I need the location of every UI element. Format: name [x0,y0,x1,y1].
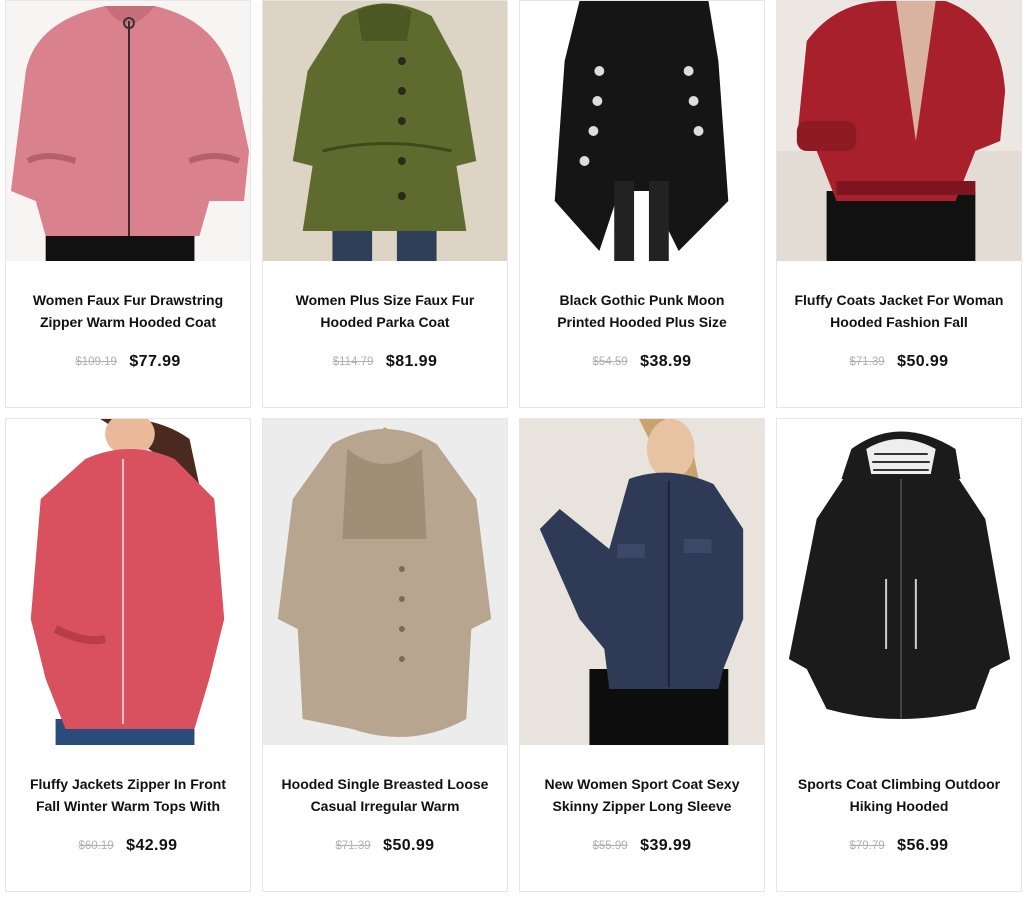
product-grid: Women Faux Fur Drawstring Zipper Warm Ho… [0,0,1024,897]
product-title[interactable]: Women Plus Size Faux Fur Hooded Parka Co… [263,289,507,333]
sale-price: $42.99 [126,837,178,854]
original-price: $54.59 [592,356,628,368]
product-image[interactable] [777,1,1021,261]
sale-price: $38.99 [640,353,692,370]
sale-price: $50.99 [383,837,435,854]
product-title[interactable]: New Women Sport Coat Sexy Skinny Zipper … [520,773,764,817]
product-card[interactable]: New Women Sport Coat Sexy Skinny Zipper … [519,418,765,892]
product-card[interactable]: Fluffy Jackets Zipper In Front Fall Wint… [5,418,251,892]
price-row: $109.19 $77.99 [6,353,250,371]
product-title[interactable]: Black Gothic Punk Moon Printed Hooded Pl… [520,289,764,333]
original-price: $55.99 [592,840,628,852]
price-row: $54.59 $38.99 [520,353,764,371]
product-card[interactable]: Women Faux Fur Drawstring Zipper Warm Ho… [5,0,251,408]
product-image[interactable] [520,419,764,745]
product-image[interactable] [263,419,507,745]
price-row: $60.19 $42.99 [6,837,250,855]
product-image[interactable] [263,1,507,261]
original-price: $71.39 [335,840,371,852]
product-card[interactable]: Women Plus Size Faux Fur Hooded Parka Co… [262,0,508,408]
product-image[interactable] [6,419,250,745]
product-title[interactable]: Hooded Single Breasted Loose Casual Irre… [263,773,507,817]
product-image[interactable] [777,419,1021,745]
sale-price: $39.99 [640,837,692,854]
original-price: $60.19 [78,840,114,852]
sale-price: $77.99 [129,353,181,370]
sale-price: $56.99 [897,837,949,854]
original-price: $114.79 [332,356,374,368]
sale-price: $50.99 [897,353,949,370]
product-title[interactable]: Women Faux Fur Drawstring Zipper Warm Ho… [6,289,250,333]
original-price: $79.79 [849,840,885,852]
price-row: $71.39 $50.99 [777,353,1021,371]
product-card[interactable]: Hooded Single Breasted Loose Casual Irre… [262,418,508,892]
product-card[interactable]: Sports Coat Climbing Outdoor Hiking Hood… [776,418,1022,892]
product-title[interactable]: Fluffy Coats Jacket For Woman Hooded Fas… [777,289,1021,333]
original-price: $109.19 [75,356,117,368]
price-row: $71.39 $50.99 [263,837,507,855]
sale-price: $81.99 [385,353,438,370]
product-image[interactable] [520,1,764,261]
price-row: $79.79 $56.99 [777,837,1021,855]
product-title[interactable]: Fluffy Jackets Zipper In Front Fall Wint… [6,773,250,817]
price-row: $114.79 $81.99 [263,353,507,371]
product-image[interactable] [6,1,250,261]
product-card[interactable]: Black Gothic Punk Moon Printed Hooded Pl… [519,0,765,408]
original-price: $71.39 [849,356,885,368]
price-row: $55.99 $39.99 [520,837,764,855]
product-card[interactable]: Fluffy Coats Jacket For Woman Hooded Fas… [776,0,1022,408]
product-title[interactable]: Sports Coat Climbing Outdoor Hiking Hood… [777,773,1021,817]
